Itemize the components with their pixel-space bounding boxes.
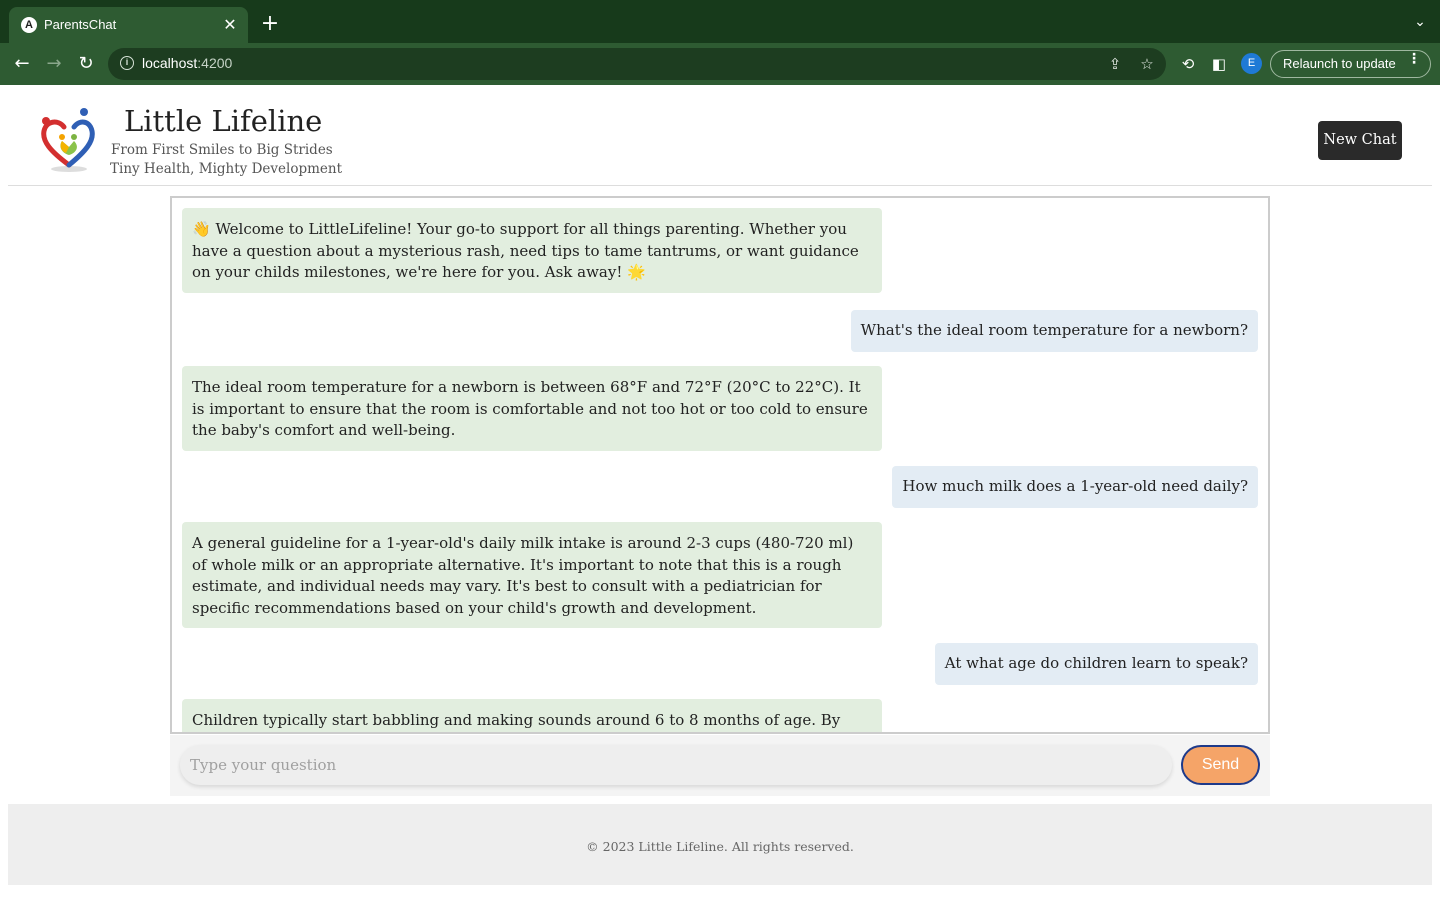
browser-tab-strip: A ParentsChat ✕ + ⌄ xyxy=(0,0,1440,43)
bookmark-star-icon[interactable]: ☆ xyxy=(1136,53,1158,75)
relaunch-button[interactable]: Relaunch to update ⋮ xyxy=(1270,50,1431,78)
back-arrow-icon[interactable]: ← xyxy=(10,52,34,76)
close-tab-icon[interactable]: ✕ xyxy=(220,15,240,35)
menu-kebab-icon[interactable]: ⋮ xyxy=(1407,51,1421,67)
reload-icon[interactable]: ↻ xyxy=(74,52,98,76)
angular-favicon-icon: A xyxy=(21,17,37,33)
user-message: What's the ideal room temperature for a … xyxy=(850,310,1258,352)
site-footer: © 2023 Little Lifeline. All rights reser… xyxy=(8,804,1432,885)
browser-toolbar: ← → ↻ i localhost:4200 ⇪ ☆ ⟲ ◧ E Relaunc… xyxy=(0,43,1440,85)
user-message: How much milk does a 1-year-old need dai… xyxy=(892,466,1258,508)
bot-message: The ideal room temperature for a newborn… xyxy=(182,366,882,451)
url-text: localhost:4200 xyxy=(142,55,232,71)
new-chat-button[interactable]: New Chat xyxy=(1318,121,1402,160)
copyright-text: © 2023 Little Lifeline. All rights reser… xyxy=(586,839,854,854)
heart-family-logo-icon xyxy=(41,108,95,172)
send-button[interactable]: Send xyxy=(1181,745,1260,785)
chat-transcript[interactable]: 👋 Welcome to LittleLifeline! Your go-to … xyxy=(170,196,1270,734)
site-info-icon[interactable]: i xyxy=(120,56,134,70)
bot-message: A general guideline for a 1-year-old's d… xyxy=(182,522,882,628)
share-icon[interactable]: ⇪ xyxy=(1104,53,1126,75)
tagline-primary: From First Smiles to Big Strides xyxy=(111,142,333,158)
tab-title: ParentsChat xyxy=(44,17,117,32)
bot-message: 👋 Welcome to LittleLifeline! Your go-to … xyxy=(182,208,882,293)
tagline-secondary: Tiny Health, Mighty Development xyxy=(110,161,343,177)
browser-tab[interactable]: A ParentsChat ✕ xyxy=(9,7,248,43)
address-bar[interactable]: i localhost:4200 ⇪ ☆ xyxy=(108,48,1166,80)
extension-icon[interactable]: ⟲ xyxy=(1177,53,1199,75)
user-message: At what age do children learn to speak? xyxy=(934,643,1258,685)
relaunch-label: Relaunch to update xyxy=(1283,56,1396,71)
question-form: Send xyxy=(170,735,1270,796)
site-header: Little Lifeline From First Smiles to Big… xyxy=(8,85,1432,186)
brand-title: Little Lifeline xyxy=(124,104,323,138)
side-panel-icon[interactable]: ◧ xyxy=(1208,53,1230,75)
forward-arrow-icon[interactable]: → xyxy=(42,52,66,76)
question-input[interactable] xyxy=(180,745,1172,785)
url-port: :4200 xyxy=(197,55,233,71)
profile-avatar[interactable]: E xyxy=(1241,53,1262,74)
bot-message: Children typically start babbling and ma… xyxy=(182,699,882,732)
url-host: localhost xyxy=(142,55,198,71)
tab-search-chevron-icon[interactable]: ⌄ xyxy=(1412,14,1428,30)
new-tab-icon[interactable]: + xyxy=(259,13,281,36)
